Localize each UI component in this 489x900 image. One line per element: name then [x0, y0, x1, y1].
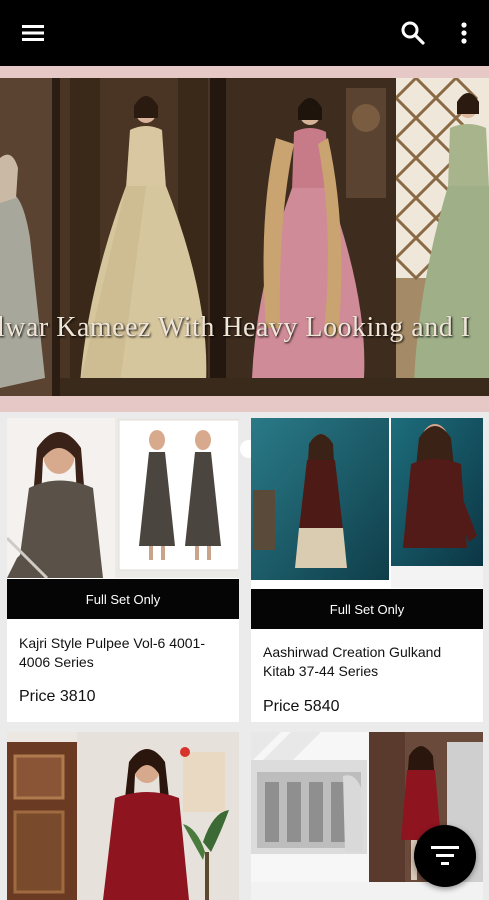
product-card[interactable]: Full Set Only Kajri Style Pulpee Vol-6 4… — [7, 418, 239, 722]
banner-image[interactable]: lwar Kameez With Heavy Looking and I — [0, 78, 489, 396]
product-card[interactable]: Full Set Only Aashirwad Creation Gulkand… — [251, 418, 483, 722]
banner-caption: lwar Kameez With Heavy Looking and I — [0, 312, 471, 343]
app-bar — [0, 0, 489, 66]
product-price: Price 3810 — [19, 688, 96, 705]
filter-icon — [431, 846, 459, 865]
hamburger-menu-icon[interactable] — [20, 19, 48, 47]
full-set-button[interactable]: Full Set Only — [7, 579, 239, 619]
banner-panel — [0, 78, 60, 396]
search-icon[interactable] — [399, 19, 427, 47]
product-image[interactable] — [7, 418, 239, 578]
product-price: Price 5840 — [263, 698, 340, 715]
banner-carousel[interactable]: lwar Kameez With Heavy Looking and I — [0, 66, 489, 458]
product-image[interactable] — [251, 418, 483, 588]
filter-button[interactable] — [414, 825, 476, 887]
full-set-button[interactable]: Full Set Only — [251, 589, 483, 629]
product-card[interactable] — [7, 732, 239, 900]
product-image[interactable] — [7, 732, 239, 900]
banner-panel — [396, 78, 489, 396]
more-vertical-icon[interactable] — [450, 19, 478, 47]
product-title: Kajri Style Pulpee Vol-6 4001-4006 Serie… — [19, 635, 205, 670]
banner-panel — [60, 78, 218, 396]
product-title: Aashirwad Creation Gulkand Kitab 37-44 S… — [263, 644, 442, 679]
banner-panel — [218, 78, 396, 396]
